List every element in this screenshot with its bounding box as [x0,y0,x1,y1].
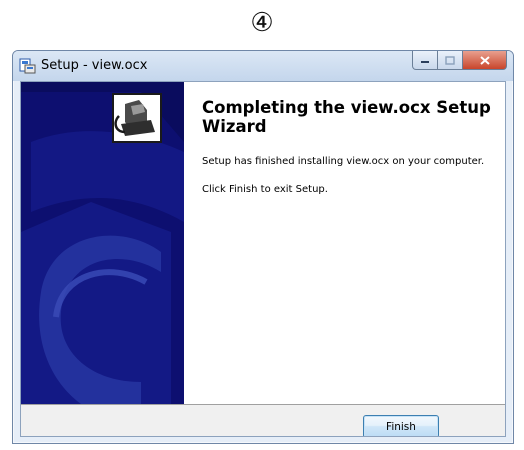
wizard-client-area: Completing the view.ocx Setup Wizard Set… [20,81,506,437]
caption-buttons [412,51,507,71]
wizard-heading: Completing the view.ocx Setup Wizard [202,98,491,136]
exit-instruction-message: Click Finish to exit Setup. [202,184,328,195]
minimize-button[interactable] [412,51,438,70]
minimize-icon [421,61,429,63]
install-complete-message: Setup has finished installing view.ocx o… [202,156,485,167]
title-bar[interactable]: Setup - view.ocx [13,51,513,81]
maximize-icon [445,55,455,65]
setup-installer-icon [19,58,36,74]
window-title: Setup - view.ocx [41,58,148,73]
step-number: ④ [250,8,274,38]
wizard-content: Completing the view.ocx Setup Wizard Set… [184,82,505,404]
maximize-button[interactable] [438,51,463,70]
setup-window: Setup - view.ocx Completing the view.ocx… [12,50,514,444]
close-button[interactable] [463,51,507,70]
wizard-banner-image [21,82,184,404]
finish-button[interactable]: Finish [363,415,439,436]
close-icon [479,55,490,65]
footer-divider [21,404,505,405]
